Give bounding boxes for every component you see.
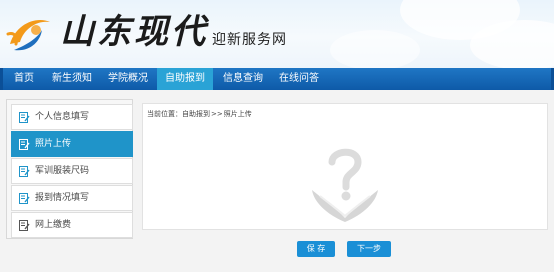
site-title: 迎新服务网 bbox=[212, 32, 287, 48]
nav-item-freshman-notice[interactable]: 新生须知 bbox=[48, 68, 96, 90]
save-button[interactable]: 保 存 bbox=[297, 241, 335, 257]
nav-item-home[interactable]: 首页 bbox=[10, 68, 38, 90]
nav-item-info-query[interactable]: 信息查询 bbox=[219, 68, 267, 90]
main-nav: 首页 新生须知 学院概况 自助报到 信息查询 在线问答 bbox=[0, 68, 554, 90]
nav-item-self-registration[interactable]: 自助报到 bbox=[157, 68, 213, 90]
sidebar-item-label: 网上缴费 bbox=[35, 220, 72, 230]
school-name: 山东现代 bbox=[60, 12, 208, 52]
breadcrumb-prefix: 当前位置： bbox=[147, 110, 182, 118]
sidebar-item-online-payment[interactable]: 网上缴费 bbox=[11, 212, 133, 238]
sidebar-item-label: 军训服装尺码 bbox=[35, 166, 90, 176]
edit-icon bbox=[19, 112, 30, 123]
edit-icon bbox=[19, 220, 30, 231]
edit-icon bbox=[19, 166, 30, 177]
nav-item-online-qa[interactable]: 在线问答 bbox=[275, 68, 323, 90]
sidebar-item-uniform-size[interactable]: 军训服装尺码 bbox=[11, 158, 133, 184]
breadcrumb-separator: >> bbox=[211, 110, 223, 118]
sidebar: 个人信息填写 照片上传 军训服装尺码 报到情况填写 网上缴费 bbox=[6, 99, 133, 239]
sidebar-item-personal-info[interactable]: 个人信息填写 bbox=[11, 104, 133, 130]
edit-icon bbox=[19, 139, 30, 150]
sidebar-item-photo-upload[interactable]: 照片上传 bbox=[11, 131, 133, 157]
breadcrumb-current: 照片上传 bbox=[223, 110, 252, 118]
question-mark-photo-icon[interactable] bbox=[308, 142, 382, 222]
breadcrumb: 当前位置：自助报到>>照片上传 bbox=[147, 110, 252, 119]
nav-item-college-overview[interactable]: 学院概况 bbox=[104, 68, 152, 90]
orange-swirl-logo-icon[interactable] bbox=[6, 10, 54, 56]
edit-icon bbox=[19, 193, 30, 204]
site-header: 山东现代 迎新服务网 bbox=[0, 0, 554, 68]
sidebar-item-arrival-info[interactable]: 报到情况填写 bbox=[11, 185, 133, 211]
cloud-decoration bbox=[330, 30, 420, 68]
nav-edge bbox=[0, 68, 3, 90]
sidebar-item-label: 报到情况填写 bbox=[35, 193, 90, 203]
sidebar-item-label: 照片上传 bbox=[35, 139, 72, 149]
next-step-button[interactable]: 下一步 bbox=[347, 241, 391, 257]
sidebar-item-label: 个人信息填写 bbox=[35, 112, 90, 122]
breadcrumb-parent[interactable]: 自助报到 bbox=[182, 110, 210, 118]
